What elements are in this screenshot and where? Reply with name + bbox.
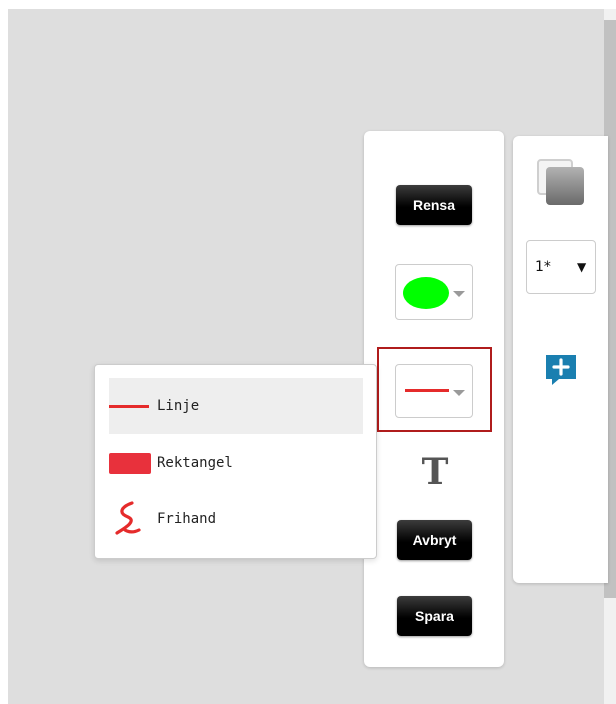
menu-item-label: Linje: [157, 398, 200, 414]
menu-item-rectangle[interactable]: Rektangel: [109, 435, 363, 491]
layers-icon[interactable]: [537, 159, 585, 207]
menu-item-label: Frihand: [157, 511, 217, 527]
shape-picker[interactable]: [395, 364, 473, 418]
save-button[interactable]: Spara: [397, 596, 472, 636]
chevron-down-icon: [453, 390, 465, 396]
menu-item-label: Rektangel: [157, 455, 233, 471]
chevron-down-icon: ▼: [577, 260, 587, 274]
stroke-size-select[interactable]: 1* ▼: [526, 240, 596, 294]
text-tool-icon[interactable]: T: [419, 451, 451, 493]
selected-color-swatch: [403, 277, 449, 309]
cancel-button[interactable]: Avbryt: [397, 520, 472, 560]
chevron-down-icon: [453, 291, 465, 297]
rectangle-icon: [109, 449, 157, 477]
add-comment-icon[interactable]: [543, 352, 579, 388]
stroke-size-value: 1*: [535, 259, 551, 275]
menu-item-freehand[interactable]: Frihand: [109, 491, 363, 547]
menu-item-line[interactable]: Linje: [109, 378, 363, 434]
color-picker[interactable]: [395, 264, 473, 320]
clear-button[interactable]: Rensa: [396, 185, 472, 225]
freehand-icon: [109, 501, 157, 535]
line-shape-icon: [405, 389, 449, 392]
shape-dropdown-menu: Linje Rektangel Frihand: [94, 364, 377, 559]
line-icon: [109, 392, 157, 420]
